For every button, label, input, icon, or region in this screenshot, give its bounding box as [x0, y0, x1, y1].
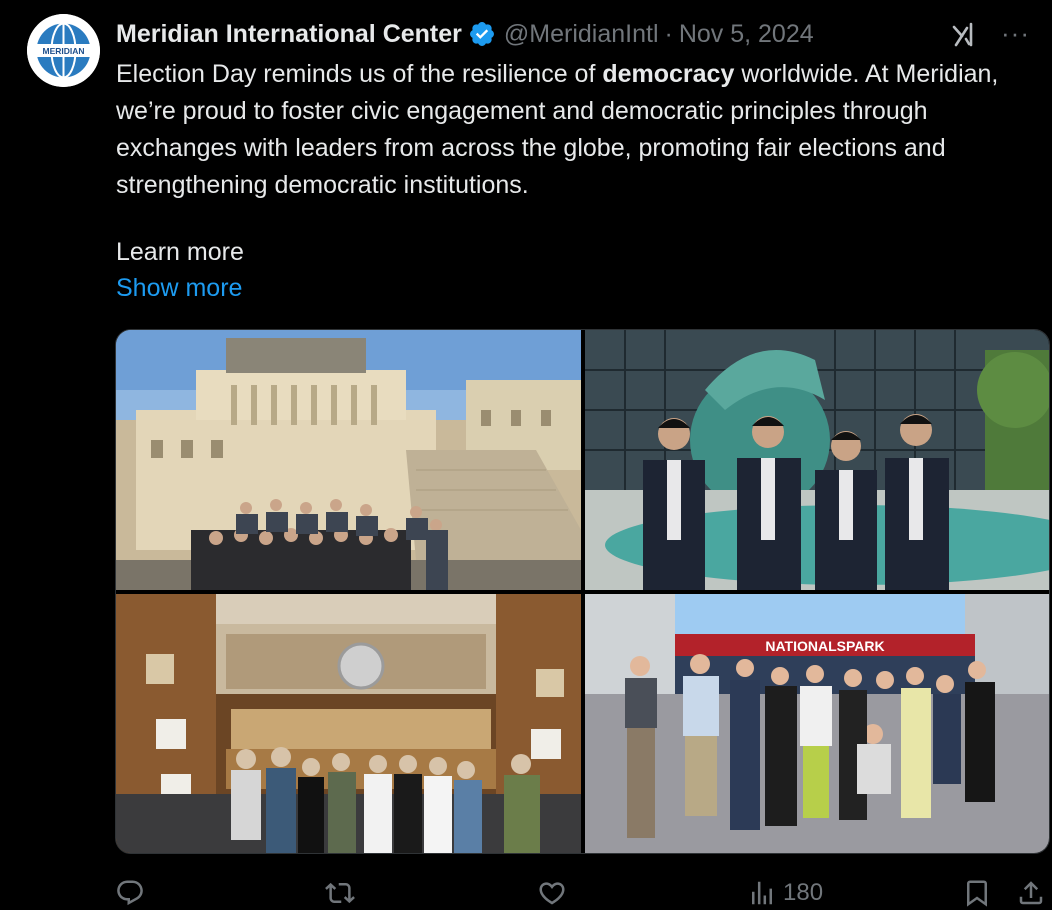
- views-icon: [752, 881, 772, 905]
- grok-icon[interactable]: [950, 19, 980, 49]
- nationals-park-sign: NATIONALSPARK: [765, 638, 884, 654]
- meridian-logo: MERIDIAN: [27, 14, 100, 87]
- post-text: Election Day reminds us of the resilienc…: [116, 56, 1046, 204]
- views-button[interactable]: 180: [747, 878, 823, 908]
- learn-more-text: Learn more: [116, 238, 244, 266]
- photo-capitol-group[interactable]: [116, 330, 581, 590]
- photo-chamber-group[interactable]: [116, 594, 581, 853]
- heart-icon: [539, 882, 565, 905]
- photo-fountain-group[interactable]: [585, 330, 1049, 590]
- like-button[interactable]: [537, 878, 567, 908]
- share-button[interactable]: [1016, 878, 1046, 908]
- bookmark-icon: [967, 880, 987, 907]
- more-options-button[interactable]: ···: [1001, 18, 1030, 49]
- author-handle[interactable]: @MeridianIntl: [504, 20, 659, 49]
- separator-dot: ·: [664, 19, 673, 48]
- bookmark-button[interactable]: [962, 878, 992, 908]
- reply-button[interactable]: [115, 878, 145, 908]
- share-icon: [1019, 881, 1043, 905]
- post-header: Meridian International Center @MeridianI…: [116, 14, 1032, 54]
- author-name[interactable]: Meridian International Center: [116, 20, 462, 49]
- reply-icon: [117, 880, 143, 906]
- verified-badge-icon[interactable]: [468, 20, 496, 48]
- post-text-part1: Election Day reminds us of the resilienc…: [116, 60, 603, 88]
- media-grid: NATIONALSPARK: [115, 329, 1050, 854]
- action-bar: 180: [115, 872, 1050, 910]
- post-text-bold: democracy: [602, 60, 735, 88]
- views-count: 180: [783, 879, 824, 906]
- repost-icon: [325, 882, 355, 904]
- repost-button[interactable]: [325, 878, 355, 908]
- avatar[interactable]: MERIDIAN: [27, 14, 100, 87]
- show-more-link[interactable]: Show more: [116, 271, 242, 305]
- post-date[interactable]: Nov 5, 2024: [679, 20, 814, 49]
- avatar-text: MERIDIAN: [42, 46, 84, 56]
- photo-nationals-park-group[interactable]: NATIONALSPARK: [585, 594, 1049, 853]
